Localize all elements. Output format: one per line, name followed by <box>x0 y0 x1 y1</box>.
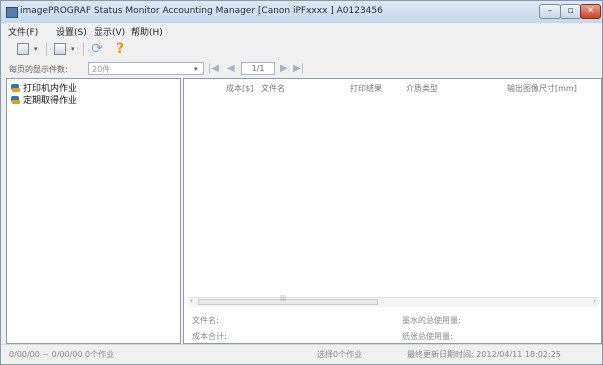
file-name-label: 文件名: <box>192 316 219 325</box>
column-header-file-name[interactable]: 文件名 <box>261 83 285 94</box>
refresh-button[interactable]: ⟳ <box>89 41 105 57</box>
ink-usage-label: 墨水的总使用量: <box>402 316 461 325</box>
scheduled-job-icon <box>10 95 21 105</box>
job-list-pane: 成本[$] 文件名 打印结果 介质类型 输出图像尺寸[mm] ‹ ||| › 文… <box>183 78 602 344</box>
minimize-icon: – <box>547 6 553 16</box>
status-last-updated: 最终更新日期时间: 2012/04/11 18:02:25 <box>407 350 561 359</box>
page-number-field[interactable]: 1/1 <box>241 62 275 75</box>
print-job-icon <box>17 43 29 55</box>
per-page-select[interactable]: 20件 <box>88 62 204 75</box>
job-tree-pane: 打印机内作业 定期取得作业 <box>6 78 181 344</box>
scroll-right-icon[interactable]: › <box>593 297 596 305</box>
menu-settings[interactable]: 设置(S) <box>56 25 87 38</box>
toolbar-separator <box>83 42 84 56</box>
per-page-dropdown-icon[interactable]: ▾ <box>194 65 198 73</box>
app-icon <box>6 7 18 18</box>
toolbar-separator <box>46 42 47 56</box>
title-bar[interactable]: imagePROGRAF Status Monitor Accounting M… <box>1 1 602 23</box>
toolbar: ▾ ▾ ⟳ ? <box>1 38 602 60</box>
column-header-print-result[interactable]: 打印结果 <box>350 83 382 94</box>
tree-item-label: 定期取得作业 <box>23 96 78 106</box>
tree-item-scheduled-jobs[interactable]: 定期取得作业 <box>10 93 78 106</box>
print-job-dropdown-icon[interactable]: ▾ <box>34 45 38 53</box>
next-page-icon[interactable]: ▶ <box>280 63 288 74</box>
menu-view[interactable]: 显示(V) <box>94 25 125 38</box>
menu-help[interactable]: 帮助(H) <box>131 25 163 38</box>
app-window: imagePROGRAF Status Monitor Accounting M… <box>0 0 603 365</box>
column-header-cost[interactable]: 成本[$] <box>226 83 253 94</box>
help-icon: ? <box>115 41 125 57</box>
properties-button[interactable] <box>52 41 68 57</box>
column-header-media-type[interactable]: 介质类型 <box>406 83 438 94</box>
column-header-output-size[interactable]: 输出图像尺寸[mm] <box>507 83 577 94</box>
status-date-range: 0/00/00 ~ 0/00/00 0个作业 <box>9 350 115 359</box>
total-cost-label: 成本合计: <box>192 332 227 341</box>
tree-item-printer-jobs[interactable]: 打印机内作业 <box>10 81 77 94</box>
refresh-icon: ⟳ <box>91 41 103 57</box>
printer-job-icon <box>10 83 21 93</box>
per-page-value: 20件 <box>92 65 111 74</box>
paper-usage-label: 纸张总使用量: <box>402 332 453 341</box>
properties-dropdown-icon[interactable]: ▾ <box>71 45 75 53</box>
status-selected-count: 选择0个作业 <box>317 350 363 359</box>
close-button[interactable]: ✕ <box>580 4 601 19</box>
first-page-icon[interactable]: |◀ <box>208 63 219 74</box>
close-icon: ✕ <box>586 6 595 16</box>
help-button[interactable]: ? <box>112 41 128 57</box>
last-page-icon[interactable]: ▶| <box>293 63 304 74</box>
status-bar: 0/00/00 ~ 0/00/00 0个作业 选择0个作业 最终更新日期时间: … <box>1 344 602 365</box>
menu-bar: 文件(F) 设置(S) 显示(V) 帮助(H) <box>1 23 602 38</box>
maximize-icon: ▫ <box>567 6 574 16</box>
per-page-label: 每页的显示件数: <box>9 65 68 74</box>
menu-file[interactable]: 文件(F) <box>8 25 38 38</box>
print-job-button[interactable] <box>15 41 31 57</box>
maximize-button[interactable]: ▫ <box>560 4 581 19</box>
scroll-thumb[interactable] <box>198 299 378 305</box>
properties-icon <box>54 43 66 55</box>
scroll-grip-icon: ||| <box>280 295 287 302</box>
horizontal-scrollbar[interactable]: ‹ ||| › <box>188 295 598 307</box>
scroll-left-icon[interactable]: ‹ <box>190 297 193 305</box>
pager-bar: 每页的显示件数: 20件 ▾ |◀ ◀ 1/1 ▶ ▶| <box>1 60 602 77</box>
prev-page-icon[interactable]: ◀ <box>227 63 235 74</box>
window-title: imagePROGRAF Status Monitor Accounting M… <box>20 6 383 16</box>
minimize-button[interactable]: – <box>539 4 561 19</box>
